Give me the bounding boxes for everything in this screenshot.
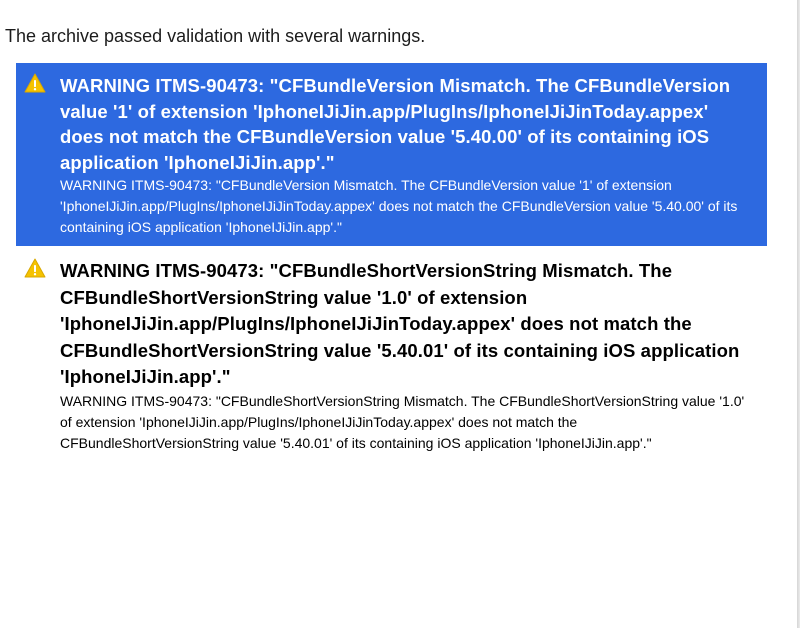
warning-list[interactable]: WARNING ITMS-90473: "CFBundleVersion Mis…	[16, 63, 767, 466]
warning-detail: WARNING ITMS-90473: "CFBundleVersion Mis…	[60, 177, 738, 235]
warning-title: WARNING ITMS-90473: "CFBundleShortVersio…	[60, 260, 740, 387]
validation-results-window: The archive passed validation with sever…	[0, 0, 797, 628]
warning-icon	[24, 73, 46, 93]
warning-title: WARNING ITMS-90473: "CFBundleVersion Mis…	[60, 75, 731, 173]
warning-detail: WARNING ITMS-90473: "CFBundleShortVersio…	[60, 392, 745, 451]
warning-icon	[24, 258, 46, 278]
validation-summary-text: The archive passed validation with sever…	[5, 26, 426, 46]
warning-list-item[interactable]: WARNING ITMS-90473: "CFBundleShortVersio…	[16, 246, 767, 466]
warning-list-item-selected[interactable]: WARNING ITMS-90473: "CFBundleVersion Mis…	[16, 63, 767, 246]
